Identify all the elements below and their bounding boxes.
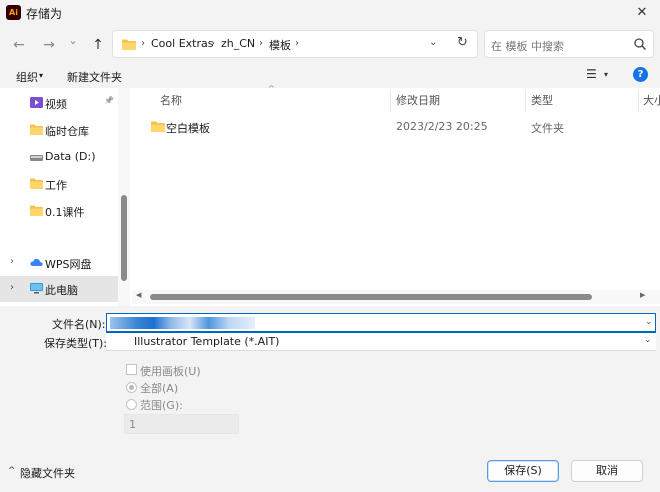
range-value: 1: [129, 418, 136, 431]
range-radio[interactable]: [126, 399, 137, 410]
sidebar-item-temp-repo[interactable]: 临时仓库: [0, 117, 118, 143]
file-type: 文件夹: [531, 122, 564, 135]
all-radio[interactable]: [126, 382, 137, 393]
range-label: 范围(G):: [140, 399, 183, 412]
organize-button[interactable]: 组织: [16, 69, 38, 85]
sidebar-item-label: 视频: [45, 98, 67, 111]
file-name: 空白模板: [166, 122, 210, 135]
title-bar: [0, 0, 660, 26]
folder-icon: [151, 121, 165, 132]
view-dropdown-icon[interactable]: ▾: [604, 70, 608, 79]
folder-icon: [30, 178, 43, 189]
horizontal-scrollbar-thumb[interactable]: [150, 294, 592, 300]
window-title: 存储为: [26, 7, 63, 21]
breadcrumb-cool-extras[interactable]: Cool Extras: [151, 37, 213, 50]
sidebar-item-data-drive[interactable]: Data (D:): [0, 144, 118, 170]
range-input[interactable]: 1: [124, 414, 239, 434]
scroll-left-icon[interactable]: ◀: [136, 291, 141, 299]
use-artboards-label: 使用画板(U): [140, 365, 201, 378]
filename-input[interactable]: ⌄: [106, 313, 656, 333]
address-dropdown-icon[interactable]: ⌄: [429, 37, 437, 48]
navigation-pane: 视频 📌 临时仓库 Data (D:) 工作 0.1课件 › WPS网盘 › 此…: [0, 88, 130, 306]
filetype-dropdown-icon[interactable]: ⌄: [644, 335, 652, 345]
breadcrumb-separator: ›: [259, 38, 263, 49]
search-input[interactable]: 在 模板 中搜索: [484, 30, 654, 58]
filename-dropdown-icon[interactable]: ⌄: [645, 317, 653, 327]
sort-ascending-icon: ^: [268, 84, 275, 93]
help-icon[interactable]: ?: [633, 67, 648, 82]
folder-icon: [122, 39, 136, 50]
sidebar-item-label: 临时仓库: [45, 125, 89, 138]
folder-icon: [30, 205, 43, 216]
column-divider[interactable]: [525, 90, 526, 112]
column-header-name[interactable]: 名称: [160, 92, 182, 108]
breadcrumb-separator: ›: [141, 38, 145, 49]
organize-dropdown-icon[interactable]: ▾: [39, 71, 43, 80]
collapse-chevron-icon[interactable]: ^: [8, 466, 16, 476]
sidebar-scrollbar-thumb[interactable]: [121, 195, 127, 281]
back-button[interactable]: ←: [8, 34, 30, 56]
pin-icon: 📌: [104, 96, 114, 105]
close-button[interactable]: ✕: [628, 2, 656, 24]
sidebar-item-courseware[interactable]: 0.1课件: [0, 198, 118, 224]
sidebar-item-label: WPS网盘: [45, 258, 92, 271]
column-divider[interactable]: [390, 90, 391, 112]
column-header-size[interactable]: 大小: [643, 92, 660, 108]
recent-locations-button[interactable]: ⌄: [62, 30, 84, 52]
sidebar-item-label: 此电脑: [45, 284, 78, 297]
column-header-modified[interactable]: 修改日期: [396, 92, 440, 108]
search-placeholder: 在 模板 中搜索: [491, 40, 564, 53]
sidebar-item-videos[interactable]: 视频 📌: [0, 90, 118, 116]
illustrator-app-icon: Ai: [6, 5, 21, 20]
cloud-icon: [30, 258, 43, 266]
sidebar-item-label: 工作: [45, 179, 67, 192]
filetype-select[interactable]: Illustrator Template (*.AIT) ⌄: [106, 333, 656, 351]
filename-label: 文件名(N):: [52, 318, 106, 331]
refresh-icon[interactable]: ↻: [457, 35, 468, 50]
breadcrumb-separator: ›: [295, 38, 299, 49]
new-folder-button[interactable]: 新建文件夹: [67, 69, 122, 85]
forward-button[interactable]: →: [38, 34, 60, 56]
filetype-value: Illustrator Template (*.AIT): [134, 335, 280, 348]
expand-chevron-icon[interactable]: ›: [10, 282, 14, 293]
breadcrumb-zh-cn[interactable]: zh_CN: [221, 37, 255, 50]
hide-folders-button[interactable]: 隐藏文件夹: [20, 465, 75, 481]
breadcrumb-templates[interactable]: 模板: [269, 37, 291, 53]
sidebar-item-wps-drive[interactable]: › WPS网盘: [0, 250, 118, 276]
filetype-label: 保存类型(T):: [44, 337, 108, 350]
computer-icon: [30, 283, 43, 294]
breadcrumb-separator: ›: [211, 38, 215, 49]
cancel-button[interactable]: 取消: [571, 460, 643, 482]
sidebar-item-work[interactable]: 工作: [0, 171, 118, 197]
sidebar-item-label: Data (D:): [45, 150, 96, 163]
video-folder-icon: [30, 97, 43, 108]
search-icon: [634, 38, 646, 50]
table-row[interactable]: 空白模板 2023/2/23 20:25 文件夹: [142, 116, 642, 138]
expand-chevron-icon[interactable]: ›: [10, 256, 14, 267]
drive-icon: [30, 155, 43, 161]
file-modified: 2023/2/23 20:25: [396, 120, 488, 133]
sidebar-item-this-pc[interactable]: › 此电脑: [0, 276, 118, 302]
view-options-icon[interactable]: ☰: [586, 67, 597, 81]
column-header-type[interactable]: 类型: [531, 92, 553, 108]
all-label: 全部(A): [140, 382, 179, 395]
address-bar[interactable]: › Cool Extras › zh_CN › 模板 › ⌄ ↻: [112, 30, 478, 58]
scroll-right-icon[interactable]: ▶: [640, 291, 645, 299]
column-divider[interactable]: [638, 90, 639, 112]
save-button[interactable]: 保存(S): [487, 460, 559, 482]
up-button[interactable]: ↑: [87, 34, 109, 56]
folder-icon: [30, 124, 43, 135]
sidebar-item-label: 0.1课件: [45, 206, 85, 219]
use-artboards-checkbox[interactable]: [126, 364, 137, 375]
filename-value-redacted: [110, 317, 255, 329]
